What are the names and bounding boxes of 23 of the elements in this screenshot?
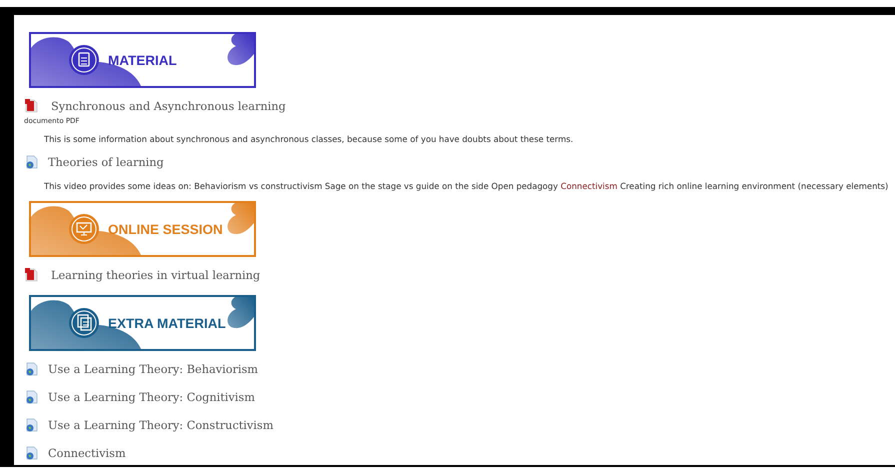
resource-link[interactable]: Theories of learning xyxy=(48,156,164,168)
pdf-file-icon xyxy=(25,268,38,282)
resource-link[interactable]: Use a Learning Theory: Cognitivism xyxy=(48,390,255,404)
resource-link[interactable]: Use a Learning Theory: Constructivism xyxy=(48,418,274,432)
banner-title: EXTRA MATERIAL xyxy=(108,316,226,330)
banner-title: ONLINE SESSION xyxy=(108,222,223,236)
resource-description: This video provides some ideas on: Behaviorism vs constructivism Sage on the stage vs guide on the side Open pedagogy Connectivism Creating rich online learning environment (necessary elements) xyxy=(44,181,890,191)
web-page-icon xyxy=(25,446,38,460)
pages-icon xyxy=(68,307,100,339)
web-page-icon xyxy=(25,390,38,404)
resource-description: This is some information about synchronous and asynchronous classes, because some of you have doubts about these terms. xyxy=(44,134,574,144)
resource-link[interactable]: Use a Learning Theory: Behaviorism xyxy=(48,362,258,376)
pdf-file-icon xyxy=(25,99,38,113)
resource-link[interactable]: Synchronous and Asynchronous learning xyxy=(51,100,286,112)
resource-link[interactable]: Connectivism xyxy=(48,446,126,460)
web-page-icon xyxy=(25,155,38,169)
monitor-icon xyxy=(68,213,100,245)
web-page-icon xyxy=(25,418,38,432)
web-page-icon xyxy=(25,362,38,376)
resource-link[interactable]: Learning theories in virtual learning xyxy=(51,268,260,282)
document-icon xyxy=(68,44,100,76)
banner-title: MATERIAL xyxy=(108,52,177,68)
description-link[interactable]: Connectivism xyxy=(560,181,618,191)
